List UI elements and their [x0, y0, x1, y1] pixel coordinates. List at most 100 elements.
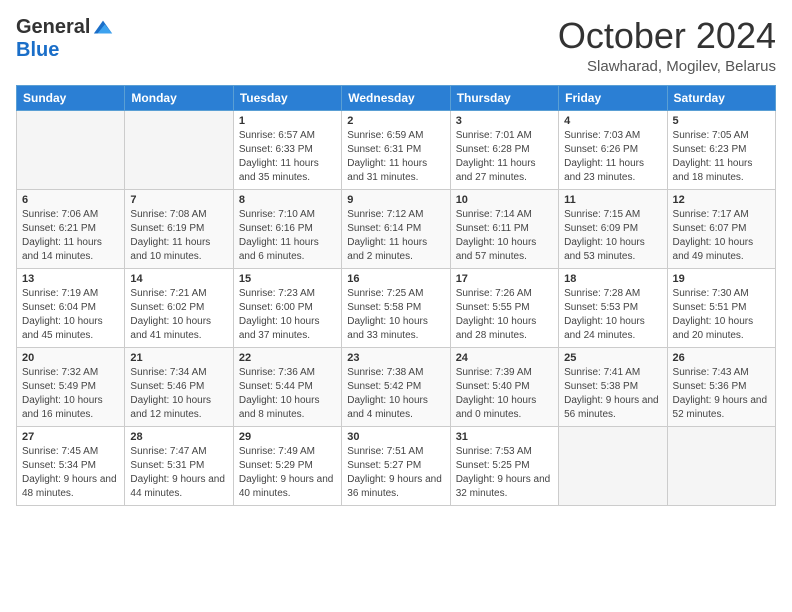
day-info: Sunrise: 7:47 AM Sunset: 5:31 PM Dayligh… — [130, 445, 227, 501]
day-number: 27 — [22, 431, 119, 443]
table-row: 4Sunrise: 7:03 AM Sunset: 6:26 PM Daylig… — [559, 110, 667, 189]
table-row: 18 Sunrise: 7:28 AM Sunset: 5:53 PM Dayli… — [559, 268, 667, 347]
table-row: 27 Sunrise: 7:45 AM Sunset: 5:34 PM Dayli… — [17, 426, 125, 505]
day-number: 10 — [456, 194, 553, 206]
day-number: 26 — [673, 352, 770, 364]
calendar-week-5: 27 Sunrise: 7:45 AM Sunset: 5:34 PM Dayli… — [17, 426, 776, 505]
calendar-body: 1 Sunrise: 6:57 AM Sunset: 6:33 PM Daylig… — [17, 110, 776, 505]
table-row: 23 Sunrise: 7:38 AM Sunset: 5:42 PM Dayli… — [342, 347, 450, 426]
day-info: Sunrise: 6:57 AM Sunset: 6:33 PM Dayligh… — [239, 129, 336, 185]
logo-icon — [92, 17, 114, 39]
day-info: Sunrise: 7:17 AM Sunset: 6:07 PM Dayligh… — [673, 208, 770, 264]
day-number: 28 — [130, 431, 227, 443]
day-number: 23 — [347, 352, 444, 364]
day-number: 9 — [347, 194, 444, 206]
table-row — [559, 426, 667, 505]
table-row: 1 Sunrise: 6:57 AM Sunset: 6:33 PM Daylig… — [233, 110, 341, 189]
day-info: Sunrise: 7:39 AM Sunset: 5:40 PM Dayligh… — [456, 366, 553, 422]
day-info: Sunrise: 7:49 AM Sunset: 5:29 PM Dayligh… — [239, 445, 336, 501]
table-row: 29Sunrise: 7:49 AM Sunset: 5:29 PM Dayli… — [233, 426, 341, 505]
table-row: 22Sunrise: 7:36 AM Sunset: 5:44 PM Dayli… — [233, 347, 341, 426]
day-number: 17 — [456, 273, 553, 285]
day-number: 8 — [239, 194, 336, 206]
table-row: 8Sunrise: 7:10 AM Sunset: 6:16 PM Daylig… — [233, 189, 341, 268]
table-row: 10 Sunrise: 7:14 AM Sunset: 6:11 PM Dayli… — [450, 189, 558, 268]
day-info: Sunrise: 7:32 AM Sunset: 5:49 PM Dayligh… — [22, 366, 119, 422]
header-monday: Monday — [125, 85, 233, 110]
day-info: Sunrise: 7:45 AM Sunset: 5:34 PM Dayligh… — [22, 445, 119, 501]
table-row: 11Sunrise: 7:15 AM Sunset: 6:09 PM Dayli… — [559, 189, 667, 268]
header-sunday: Sunday — [17, 85, 125, 110]
day-info: Sunrise: 7:30 AM Sunset: 5:51 PM Dayligh… — [673, 287, 770, 343]
day-number: 3 — [456, 115, 553, 127]
table-row: 25 Sunrise: 7:41 AM Sunset: 5:38 PM Dayli… — [559, 347, 667, 426]
table-row — [125, 110, 233, 189]
day-info: Sunrise: 7:41 AM Sunset: 5:38 PM Dayligh… — [564, 366, 661, 422]
day-info: Sunrise: 7:28 AM Sunset: 5:53 PM Dayligh… — [564, 287, 661, 343]
day-number: 16 — [347, 273, 444, 285]
table-row: 20Sunrise: 7:32 AM Sunset: 5:49 PM Dayli… — [17, 347, 125, 426]
table-row: 24 Sunrise: 7:39 AM Sunset: 5:40 PM Dayli… — [450, 347, 558, 426]
day-info: Sunrise: 7:14 AM Sunset: 6:11 PM Dayligh… — [456, 208, 553, 264]
calendar-week-4: 20Sunrise: 7:32 AM Sunset: 5:49 PM Dayli… — [17, 347, 776, 426]
day-info: Sunrise: 7:15 AM Sunset: 6:09 PM Dayligh… — [564, 208, 661, 264]
logo: General Blue — [16, 16, 114, 62]
table-row: 16 Sunrise: 7:25 AM Sunset: 5:58 PM Dayli… — [342, 268, 450, 347]
day-number: 24 — [456, 352, 553, 364]
logo-general-text: General — [16, 16, 90, 39]
table-row: 31 Sunrise: 7:53 AM Sunset: 5:25 PM Dayli… — [450, 426, 558, 505]
day-info: Sunrise: 7:43 AM Sunset: 5:36 PM Dayligh… — [673, 366, 770, 422]
calendar-week-1: 1 Sunrise: 6:57 AM Sunset: 6:33 PM Daylig… — [17, 110, 776, 189]
table-row: 6Sunrise: 7:06 AM Sunset: 6:21 PM Daylig… — [17, 189, 125, 268]
day-number: 19 — [673, 273, 770, 285]
day-number: 1 — [239, 115, 336, 127]
day-number: 12 — [673, 194, 770, 206]
day-info: Sunrise: 7:19 AM Sunset: 6:04 PM Dayligh… — [22, 287, 119, 343]
table-row: 5Sunrise: 7:05 AM Sunset: 6:23 PM Daylig… — [667, 110, 775, 189]
month-title: October 2024 — [558, 16, 776, 56]
table-row: 21 Sunrise: 7:34 AM Sunset: 5:46 PM Dayli… — [125, 347, 233, 426]
day-info: Sunrise: 7:34 AM Sunset: 5:46 PM Dayligh… — [130, 366, 227, 422]
table-row — [667, 426, 775, 505]
title-block: October 2024 Slawharad, Mogilev, Belarus — [558, 16, 776, 75]
day-number: 15 — [239, 273, 336, 285]
day-number: 4 — [564, 115, 661, 127]
header-wednesday: Wednesday — [342, 85, 450, 110]
day-info: Sunrise: 6:59 AM Sunset: 6:31 PM Dayligh… — [347, 129, 444, 185]
calendar-table: Sunday Monday Tuesday Wednesday Thursday… — [16, 85, 776, 506]
day-number: 14 — [130, 273, 227, 285]
day-number: 21 — [130, 352, 227, 364]
location: Slawharad, Mogilev, Belarus — [558, 58, 776, 75]
table-row: 2Sunrise: 6:59 AM Sunset: 6:31 PM Daylig… — [342, 110, 450, 189]
day-info: Sunrise: 7:51 AM Sunset: 5:27 PM Dayligh… — [347, 445, 444, 501]
day-number: 22 — [239, 352, 336, 364]
day-number: 6 — [22, 194, 119, 206]
day-number: 13 — [22, 273, 119, 285]
table-row: 3 Sunrise: 7:01 AM Sunset: 6:28 PM Daylig… — [450, 110, 558, 189]
day-info: Sunrise: 7:26 AM Sunset: 5:55 PM Dayligh… — [456, 287, 553, 343]
day-info: Sunrise: 7:01 AM Sunset: 6:28 PM Dayligh… — [456, 129, 553, 185]
header-saturday: Saturday — [667, 85, 775, 110]
calendar-week-3: 13 Sunrise: 7:19 AM Sunset: 6:04 PM Dayli… — [17, 268, 776, 347]
table-row: 15 Sunrise: 7:23 AM Sunset: 6:00 PM Dayli… — [233, 268, 341, 347]
day-info: Sunrise: 7:53 AM Sunset: 5:25 PM Dayligh… — [456, 445, 553, 501]
day-number: 7 — [130, 194, 227, 206]
table-row: 13 Sunrise: 7:19 AM Sunset: 6:04 PM Dayli… — [17, 268, 125, 347]
day-info: Sunrise: 7:08 AM Sunset: 6:19 PM Dayligh… — [130, 208, 227, 264]
header-friday: Friday — [559, 85, 667, 110]
table-row: 14 Sunrise: 7:21 AM Sunset: 6:02 PM Dayli… — [125, 268, 233, 347]
day-number: 25 — [564, 352, 661, 364]
day-info: Sunrise: 7:25 AM Sunset: 5:58 PM Dayligh… — [347, 287, 444, 343]
day-info: Sunrise: 7:21 AM Sunset: 6:02 PM Dayligh… — [130, 287, 227, 343]
page-container: General Blue October 2024 Slawharad, Mog… — [0, 0, 792, 514]
day-info: Sunrise: 7:05 AM Sunset: 6:23 PM Dayligh… — [673, 129, 770, 185]
table-row — [17, 110, 125, 189]
table-row: 19 Sunrise: 7:30 AM Sunset: 5:51 PM Dayli… — [667, 268, 775, 347]
calendar-header-row: Sunday Monday Tuesday Wednesday Thursday… — [17, 85, 776, 110]
day-info: Sunrise: 7:38 AM Sunset: 5:42 PM Dayligh… — [347, 366, 444, 422]
day-number: 31 — [456, 431, 553, 443]
table-row: 12 Sunrise: 7:17 AM Sunset: 6:07 PM Dayli… — [667, 189, 775, 268]
day-info: Sunrise: 7:23 AM Sunset: 6:00 PM Dayligh… — [239, 287, 336, 343]
table-row: 9Sunrise: 7:12 AM Sunset: 6:14 PM Daylig… — [342, 189, 450, 268]
day-number: 18 — [564, 273, 661, 285]
